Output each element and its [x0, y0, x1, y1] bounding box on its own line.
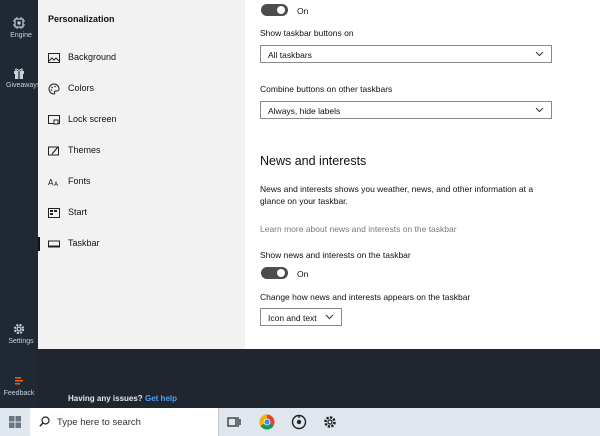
settings-window: Personalization Background Colors Lock s… — [38, 0, 600, 349]
nav-label-taskbar: Taskbar — [68, 238, 100, 248]
app-sidebar: Engine Giveaways Settings Feedback — [0, 0, 41, 408]
feedback-label: Feedback — [3, 390, 35, 397]
show-buttons-label: Show taskbar buttons on — [260, 28, 354, 38]
nav-label-background: Background — [68, 52, 117, 62]
nav-item-taskbar[interactable]: Taskbar — [38, 233, 245, 255]
chip-icon — [13, 17, 25, 29]
search-placeholder: Type here to search — [57, 417, 141, 428]
nav-label-fonts: Fonts — [68, 176, 91, 186]
picture-icon — [48, 53, 60, 63]
personalization-nav: Personalization Background Colors Lock s… — [38, 0, 245, 349]
chrome-icon[interactable] — [259, 414, 275, 430]
search-icon — [39, 416, 50, 427]
chevron-down-icon — [535, 51, 544, 57]
windows-taskbar: Type here to search — [0, 408, 600, 436]
nav-item-themes[interactable]: Themes — [38, 140, 245, 162]
news-description: News and interests shows you weather, ne… — [260, 184, 534, 206]
engine-nav-item[interactable]: Engine — [0, 16, 38, 39]
taskbar-icon — [48, 240, 60, 248]
start-icon — [48, 208, 60, 218]
giveaways-label: Giveaways — [6, 82, 41, 89]
steam-icon[interactable] — [291, 414, 307, 430]
feedback-nav-item[interactable]: Feedback — [0, 374, 38, 397]
toggle1-state: On — [297, 6, 309, 16]
nav-item-start[interactable]: Start — [38, 202, 245, 224]
nav-label-themes: Themes — [68, 145, 101, 155]
show-buttons-dropdown[interactable]: All taskbars — [260, 45, 552, 63]
change-value: Icon and text — [268, 313, 317, 323]
nav-item-lock-screen[interactable]: Lock screen — [38, 109, 245, 131]
learn-more-link[interactable]: Learn more about news and interests on t… — [260, 224, 457, 234]
feedback-icon — [15, 377, 23, 385]
palette-icon — [48, 83, 60, 95]
news-title: News and interests — [260, 154, 367, 168]
show-buttons-value: All taskbars — [268, 50, 312, 60]
issues-text: Having any issues? — [68, 394, 143, 403]
combine-value: Always, hide labels — [268, 106, 341, 116]
change-label: Change how news and interests appears on… — [260, 292, 471, 302]
task-view-icon[interactable] — [226, 414, 242, 430]
nav-item-background[interactable]: Background — [38, 47, 245, 69]
combine-dropdown[interactable]: Always, hide labels — [260, 101, 552, 119]
svg-text:A: A — [54, 181, 59, 188]
nav-label-colors: Colors — [68, 83, 95, 93]
toggle2-state: On — [297, 269, 309, 279]
gear-icon[interactable] — [322, 414, 338, 430]
taskbar-search-box[interactable]: Type here to search — [30, 408, 219, 436]
themes-icon — [48, 146, 59, 156]
nav-label-start: Start — [68, 207, 88, 217]
lock-screen-icon — [48, 115, 60, 125]
fonts-icon: A A — [48, 178, 59, 188]
settings-label: Settings — [8, 338, 34, 345]
news-toggle[interactable] — [261, 267, 288, 279]
nav-label-lock-screen: Lock screen — [68, 114, 117, 124]
show-news-label: Show news and interests on the taskbar — [260, 250, 411, 260]
windows-start-icon[interactable] — [9, 416, 21, 428]
gear-icon — [13, 323, 25, 335]
chevron-down-icon — [535, 107, 544, 113]
nav-item-colors[interactable]: Colors — [38, 78, 245, 100]
change-dropdown[interactable]: Icon and text — [260, 308, 342, 326]
help-banner: Having any issues? Get help — [38, 349, 600, 408]
taskbar-settings-content: On Show taskbar buttons on All taskbars … — [260, 0, 590, 349]
giveaways-nav-item[interactable]: Giveaways — [0, 66, 41, 89]
engine-label: Engine — [10, 32, 32, 39]
taskbar-toggle[interactable] — [261, 4, 288, 16]
combine-label: Combine buttons on other taskbars — [260, 84, 393, 94]
settings-nav-item[interactable]: Settings — [0, 322, 38, 345]
gift-icon — [14, 68, 24, 79]
nav-title: Personalization — [48, 14, 115, 24]
get-help-link[interactable]: Get help — [145, 394, 177, 403]
nav-item-fonts[interactable]: A A Fonts — [38, 171, 245, 193]
chevron-down-icon — [325, 314, 334, 320]
